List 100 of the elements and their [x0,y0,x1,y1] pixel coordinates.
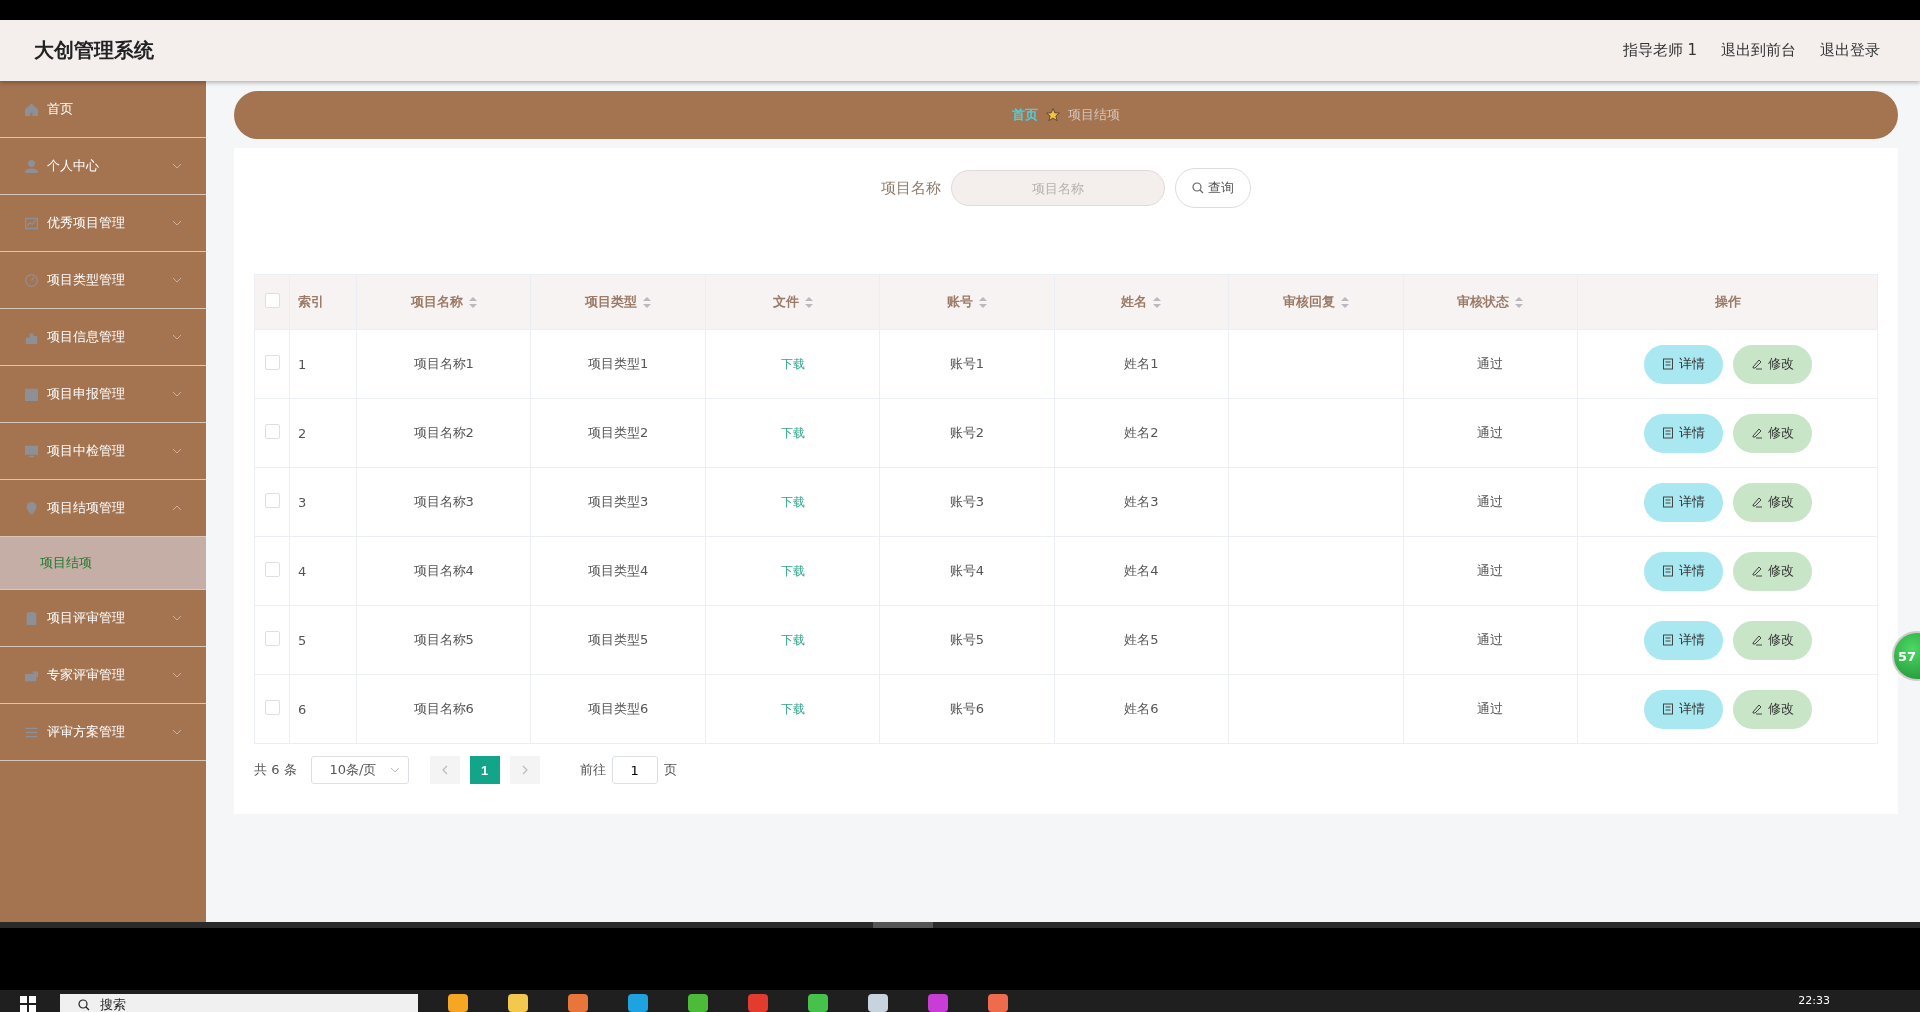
next-page-button[interactable] [509,756,540,784]
taskbar-app-icon[interactable] [688,994,708,1012]
search-button[interactable]: 查询 [1175,168,1251,208]
pencil-icon [1750,634,1763,646]
download-link[interactable]: 下载 [780,494,805,509]
search-field[interactable]: 项目名称 [951,170,1165,206]
edit-button[interactable]: 修改 [1732,344,1812,384]
taskbar-app-icon[interactable] [928,994,948,1012]
page-input[interactable]: 1 [611,756,658,784]
detail-button[interactable]: 详情 [1643,689,1723,729]
menu-item[interactable]: 项目信息管理 [0,309,206,366]
table-cell: 通过 [1477,701,1504,716]
menu-item[interactable]: 项目中检管理 [0,423,206,480]
checkbox[interactable] [264,424,280,439]
taskbar-app-icon[interactable] [628,994,648,1012]
menu-item[interactable]: 优秀项目管理 [0,195,206,252]
star-icon [1046,108,1060,122]
column-header[interactable]: 文件 [772,293,799,311]
download-link[interactable]: 下载 [780,356,805,371]
edit-button[interactable]: 修改 [1732,413,1812,453]
menu-icon [24,101,39,117]
sort-icon[interactable] [978,296,987,308]
table-cell: 账号1 [949,356,985,371]
table-cell: 姓名4 [1124,563,1159,578]
menu-item[interactable]: 个人中心 [0,138,206,195]
document-icon [1661,427,1674,439]
edit-button[interactable]: 修改 [1732,551,1812,591]
taskbar-app-icon[interactable] [568,994,588,1012]
taskbar-search-field[interactable]: 搜索 [60,994,418,1012]
edit-button[interactable]: 修改 [1732,482,1812,522]
download-link[interactable]: 下载 [780,701,805,716]
menu-icon [24,610,39,626]
page-button[interactable]: 1 [469,756,500,784]
detail-button[interactable]: 详情 [1643,413,1723,453]
checkbox[interactable] [264,355,280,370]
detail-button[interactable]: 详情 [1643,551,1723,591]
header-link[interactable]: 退出到前台 [1721,41,1796,60]
column-header[interactable]: 项目名称 [410,293,463,311]
table-cell: 通过 [1477,425,1504,440]
table-cell: 3 [298,494,307,510]
table-cell: 项目类型2 [588,425,649,440]
column-header: 索引 [298,293,324,311]
edit-button[interactable]: 修改 [1732,620,1812,660]
menu-item[interactable]: 项目申报管理 [0,366,206,423]
page-size-select[interactable]: 10条/页 [310,756,409,784]
header-link[interactable]: 退出登录 [1820,41,1880,60]
table-cell: 通过 [1477,356,1504,371]
checkbox[interactable] [264,493,280,508]
download-link[interactable]: 下载 [780,425,805,440]
taskbar-app-icon[interactable] [808,994,828,1012]
table-cell: 项目名称3 [413,494,474,509]
download-link[interactable]: 下载 [780,563,805,578]
breadcrumb-item[interactable]: 首页 [1012,106,1038,124]
column-header[interactable]: 姓名 [1121,293,1148,311]
sort-icon[interactable] [1340,296,1349,308]
submenu-item[interactable]: 项目结项 [0,537,206,590]
detail-button[interactable]: 详情 [1643,620,1723,660]
column-header[interactable]: 审核回复 [1282,293,1335,311]
column-header[interactable]: 项目类型 [585,293,638,311]
chevron-down-icon [172,615,182,621]
header-link[interactable]: 指导老师 1 [1622,41,1697,60]
chevron-down-icon [172,672,182,678]
menu-item[interactable]: 项目类型管理 [0,252,206,309]
menu-item[interactable]: 专家评审管理 [0,647,206,704]
sort-icon[interactable] [643,296,652,308]
checkbox[interactable] [264,293,280,308]
table-cell: 项目类型4 [588,563,649,578]
start-icon[interactable] [20,996,36,1012]
menu-icon [24,272,39,288]
sort-icon[interactable] [1153,296,1162,308]
sort-icon[interactable] [468,296,477,308]
table-cell: 姓名1 [1124,356,1159,371]
menu-icon [24,500,39,516]
detail-button[interactable]: 详情 [1643,482,1723,522]
sort-icon[interactable] [1515,296,1524,308]
pencil-icon [1750,496,1763,508]
column-header[interactable]: 审核状态 [1457,293,1510,311]
taskbar-app-icon[interactable] [748,994,768,1012]
sort-icon[interactable] [804,296,813,308]
edit-button[interactable]: 修改 [1732,689,1812,729]
table-cell: 账号2 [949,425,985,440]
checkbox[interactable] [264,700,280,715]
scrollbar-thumb[interactable] [873,922,933,928]
taskbar-app-icon[interactable] [868,994,888,1012]
taskbar-app-icon[interactable] [448,994,468,1012]
previous-page-button[interactable] [429,756,460,784]
search-icon [1192,182,1204,194]
column-header[interactable]: 账号 [946,293,973,311]
download-link[interactable]: 下载 [780,632,805,647]
detail-button[interactable]: 详情 [1643,344,1723,384]
taskbar-app-icon[interactable] [988,994,1008,1012]
menu-item[interactable]: 首页 [0,81,206,138]
checkbox[interactable] [264,562,280,577]
chevron-right-icon [521,765,528,775]
menu-item[interactable]: 评审方案管理 [0,704,206,761]
checkbox[interactable] [264,631,280,646]
chevron-down-icon [172,163,182,169]
taskbar-app-icon[interactable] [508,994,528,1012]
menu-icon [24,215,39,231]
menu-item[interactable]: 项目评审管理 [0,590,206,647]
